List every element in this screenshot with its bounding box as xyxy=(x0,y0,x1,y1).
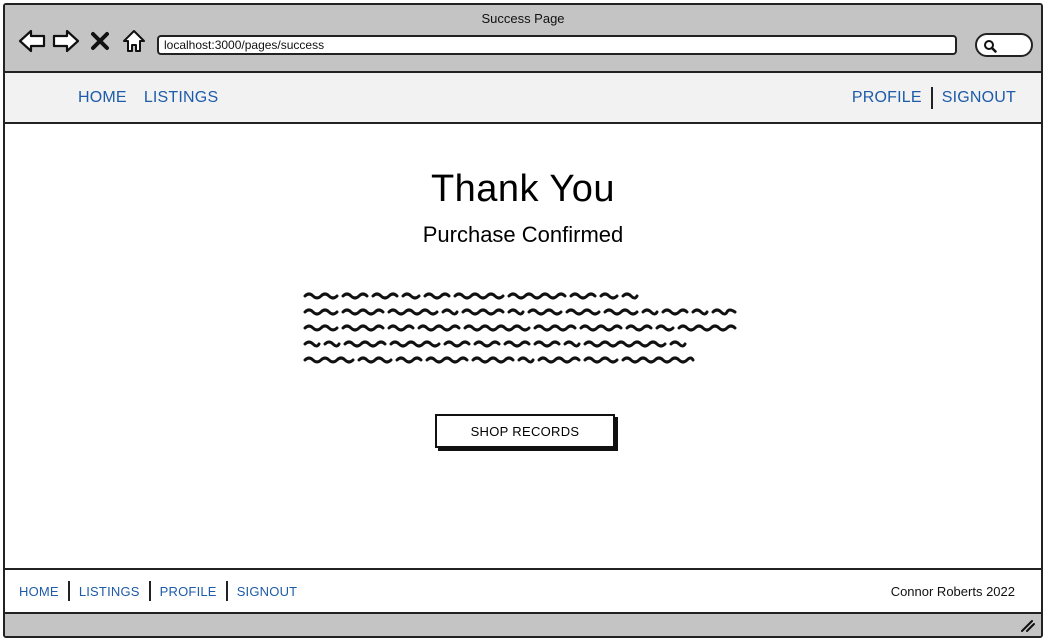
nav-listings-link[interactable]: LISTINGS xyxy=(144,89,219,107)
site-footer: HOME LISTINGS PROFILE SIGNOUT Connor Rob… xyxy=(5,568,1041,614)
nav-signout-link[interactable]: SIGNOUT xyxy=(942,89,1016,107)
page-title: Thank You xyxy=(430,168,616,210)
close-x-icon[interactable] xyxy=(85,27,115,55)
footer-nav: HOME LISTINGS PROFILE SIGNOUT xyxy=(19,570,297,612)
page-subtitle: Purchase Confirmed xyxy=(422,222,624,247)
nav-divider xyxy=(930,86,933,109)
footer-copyright: Connor Roberts 2022 xyxy=(890,583,1015,599)
browser-chrome: Success Page localhost:3000/pages/succes… xyxy=(5,5,1041,73)
resize-grip-icon[interactable] xyxy=(1019,618,1035,632)
browser-nav-icons xyxy=(17,27,149,55)
header-left-nav: HOME LISTINGS xyxy=(78,73,218,122)
nav-profile-link[interactable]: PROFILE xyxy=(852,89,922,107)
browser-window: Success Page localhost:3000/pages/succes… xyxy=(3,3,1043,638)
search-icon xyxy=(984,40,997,53)
footer-signout-link[interactable]: SIGNOUT xyxy=(237,584,298,599)
footer-divider xyxy=(225,581,228,601)
nav-home-link[interactable]: HOME xyxy=(78,89,127,107)
footer-home-link[interactable]: HOME xyxy=(19,584,59,599)
main-content: Thank You Purchase Confirmed SHOP RECORD… xyxy=(5,124,1041,568)
browser-search-box[interactable] xyxy=(975,33,1033,57)
forward-arrow-icon[interactable] xyxy=(51,27,81,55)
back-arrow-icon[interactable] xyxy=(17,27,47,55)
url-bar[interactable]: localhost:3000/pages/success xyxy=(157,35,957,55)
window-title: Success Page xyxy=(481,11,565,26)
footer-profile-link[interactable]: PROFILE xyxy=(160,584,217,599)
placeholder-text-block xyxy=(303,292,737,364)
browser-status-bar xyxy=(5,614,1041,636)
home-icon[interactable] xyxy=(119,27,149,55)
header-right-nav: PROFILE SIGNOUT xyxy=(852,73,1016,122)
shop-records-button[interactable]: SHOP RECORDS xyxy=(435,414,615,448)
footer-divider xyxy=(67,581,70,601)
footer-listings-link[interactable]: LISTINGS xyxy=(79,584,140,599)
site-header: HOME LISTINGS PROFILE SIGNOUT xyxy=(5,73,1041,124)
footer-divider xyxy=(148,581,151,601)
